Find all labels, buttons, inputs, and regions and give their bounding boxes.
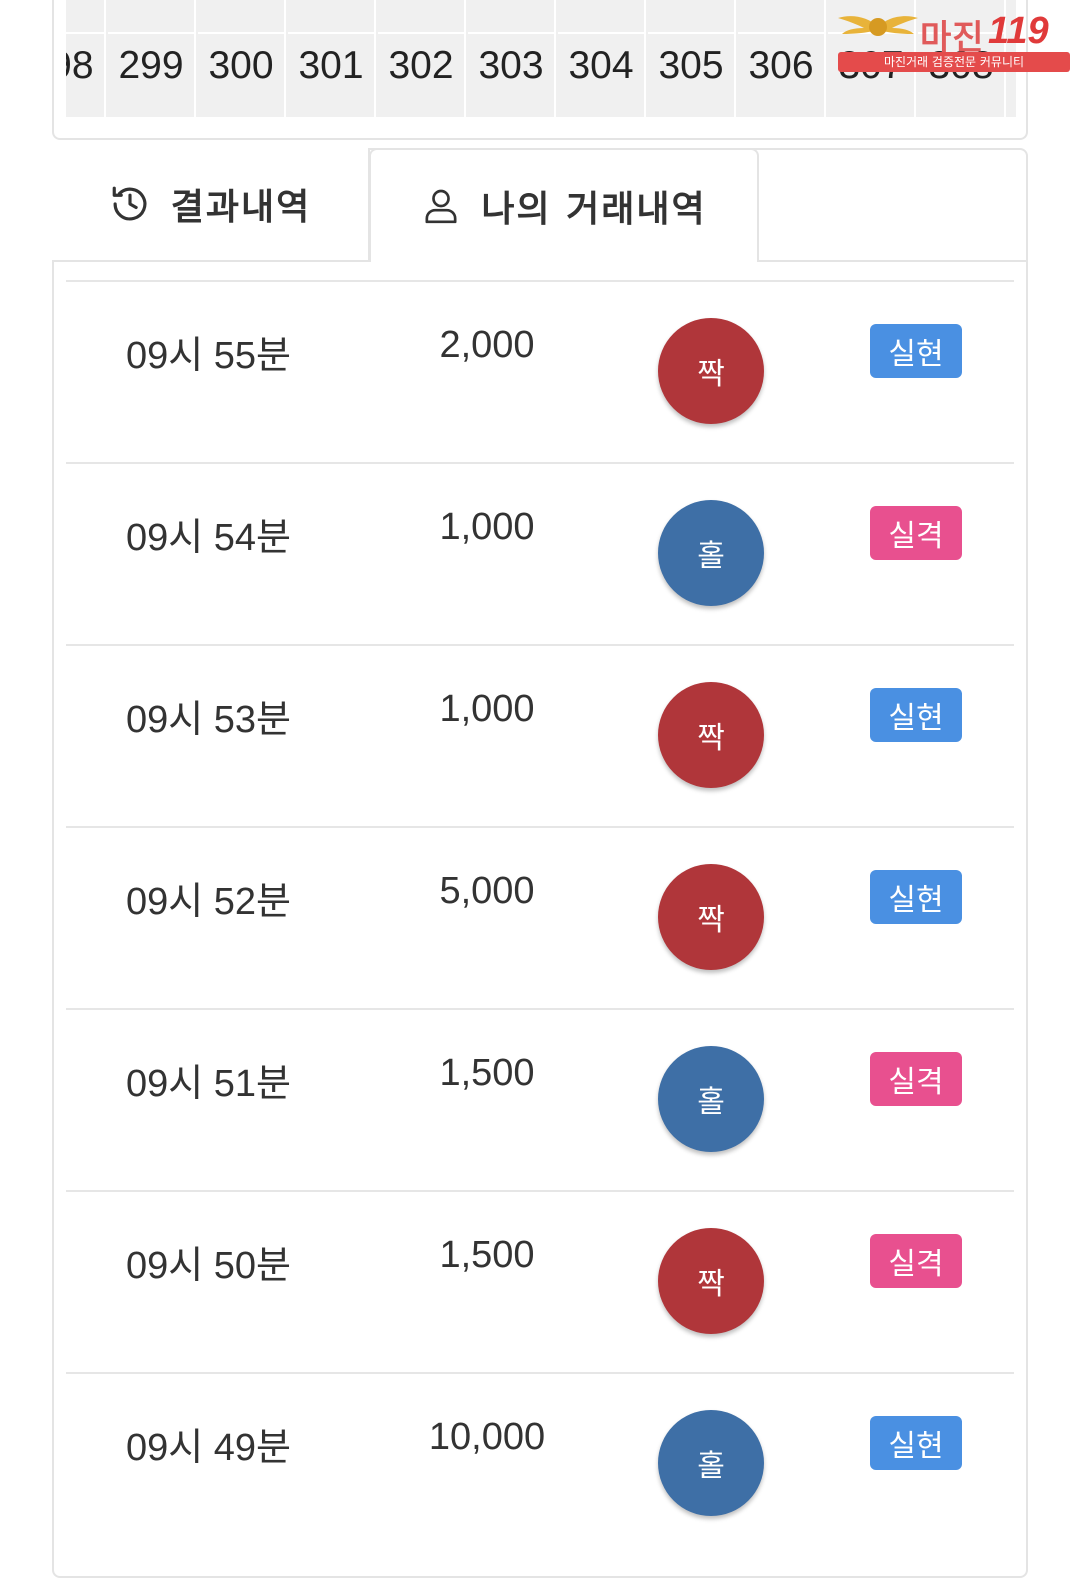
- pick-ball: 짝: [658, 318, 764, 424]
- pick-ball: 짝: [658, 682, 764, 788]
- user-icon: [425, 189, 457, 224]
- round-cell[interactable]: 303: [468, 0, 556, 117]
- list-item[interactable]: 09시 49분 10,000 홀 실현: [66, 1372, 1014, 1554]
- trade-time: 09시 54분: [126, 517, 292, 559]
- trade-amount: 5,000: [439, 870, 535, 912]
- result-badge: 실현: [870, 870, 962, 924]
- trade-time: 09시 55분: [126, 335, 292, 377]
- tab-bar-border: [757, 260, 1028, 262]
- trade-time: 09시 52분: [126, 881, 292, 923]
- trade-time: 09시 51분: [126, 1063, 292, 1105]
- result-badge: 실현: [870, 324, 962, 378]
- logo-subtitle: 마진거래 검증전문 커뮤니티: [838, 52, 1070, 72]
- result-badge: 실격: [870, 1234, 962, 1288]
- result-badge: 실현: [870, 688, 962, 742]
- round-cell[interactable]: 302: [378, 0, 466, 117]
- trade-history-list: 09시 55분 2,000 짝 실현 09시 54분 1,000 홀 실격 09…: [66, 280, 1014, 1554]
- round-number: 303: [478, 44, 544, 87]
- logo-number: 119: [988, 10, 1049, 52]
- round-number: 298: [66, 44, 94, 87]
- history-card: 결과내역 나의 거래내역 09시 55분 2,000 짝 실현 09시 54분 …: [52, 148, 1028, 1578]
- trade-amount: 1,500: [439, 1052, 535, 1094]
- result-badge: 실격: [870, 506, 962, 560]
- round-number: 300: [208, 44, 274, 87]
- round-cell[interactable]: 298: [66, 0, 106, 117]
- list-item[interactable]: 09시 50분 1,500 짝 실격: [66, 1190, 1014, 1372]
- round-cell[interactable]: 306: [738, 0, 826, 117]
- round-cell[interactable]: 304: [558, 0, 646, 117]
- round-number: 306: [748, 44, 814, 87]
- round-cell[interactable]: 301: [288, 0, 376, 117]
- round-number: 299: [118, 44, 184, 87]
- result-badge: 실격: [870, 1052, 962, 1106]
- round-number: 301: [298, 44, 364, 87]
- pick-ball: 홀: [658, 500, 764, 606]
- round-number: 302: [388, 44, 454, 87]
- trade-amount: 2,000: [439, 324, 535, 366]
- watermark-logo: 마진 119 마진거래 검증전문 커뮤니티: [838, 8, 1070, 72]
- list-item[interactable]: 09시 55분 2,000 짝 실현: [66, 280, 1014, 462]
- tab-my-trades-label: 나의 거래내역: [481, 189, 707, 230]
- pick-ball: 짝: [658, 1228, 764, 1334]
- trade-amount: 1,000: [439, 688, 535, 730]
- pick-ball: 홀: [658, 1046, 764, 1152]
- result-badge: 실현: [870, 1416, 962, 1470]
- tab-results[interactable]: 결과내역: [52, 148, 370, 262]
- history-icon: [112, 186, 147, 221]
- trade-time: 09시 49분: [126, 1427, 292, 1469]
- trade-time: 09시 50분: [126, 1245, 292, 1287]
- list-item[interactable]: 09시 51분 1,500 홀 실격: [66, 1008, 1014, 1190]
- round-cell[interactable]: 305: [648, 0, 736, 117]
- tab-results-label: 결과내역: [170, 187, 312, 228]
- round-number: 304: [568, 44, 634, 87]
- pick-ball: 짝: [658, 864, 764, 970]
- list-item[interactable]: 09시 53분 1,000 짝 실현: [66, 644, 1014, 826]
- trade-amount: 1,500: [439, 1234, 535, 1276]
- list-item[interactable]: 09시 52분 5,000 짝 실현: [66, 826, 1014, 1008]
- trade-time: 09시 53분: [126, 699, 292, 741]
- trade-amount: 10,000: [428, 1416, 546, 1458]
- trade-amount: 1,000: [439, 506, 535, 548]
- round-number: 305: [658, 44, 724, 87]
- round-cell[interactable]: 300: [198, 0, 286, 117]
- list-item[interactable]: 09시 54분 1,000 홀 실격: [66, 462, 1014, 644]
- wings-emblem-icon: [838, 16, 918, 36]
- pick-ball: 홀: [658, 1410, 764, 1516]
- tab-my-trades[interactable]: 나의 거래내역: [369, 148, 759, 262]
- round-cell[interactable]: 299: [108, 0, 196, 117]
